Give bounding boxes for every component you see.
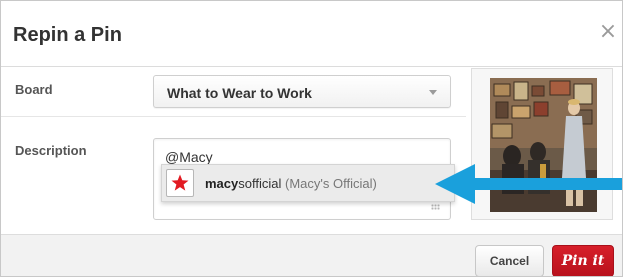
repin-dialog: Repin a Pin × Board What to Wear to Work… <box>0 0 623 277</box>
suggestion-label: macysofficial (Macy's Official) <box>205 176 377 191</box>
description-text: @Macy <box>165 149 213 165</box>
avatar <box>166 169 194 197</box>
suggestion-full-name: (Macy's Official) <box>285 176 377 191</box>
pin-it-button[interactable]: Pin it <box>552 245 614 276</box>
mention-suggestion-item[interactable]: macysofficial (Macy's Official) <box>161 164 455 202</box>
dialog-title: Repin a Pin <box>13 24 122 46</box>
suggestion-handle-rest: sofficial <box>238 176 282 191</box>
board-select[interactable]: What to Wear to Work <box>153 75 451 108</box>
dialog-footer: Cancel Pin it <box>1 234 622 276</box>
suggestion-handle-match: macy <box>205 176 239 191</box>
board-select-value: What to Wear to Work <box>167 85 312 101</box>
macys-star-logo-icon <box>171 174 189 191</box>
pin-thumbnail-frame <box>471 68 613 220</box>
dialog-header: Repin a Pin × <box>1 1 622 67</box>
chevron-down-icon <box>429 90 437 95</box>
cancel-button[interactable]: Cancel <box>475 245 544 276</box>
pin-image <box>490 78 597 212</box>
description-label: Description <box>15 143 87 158</box>
board-label: Board <box>15 82 53 97</box>
close-icon[interactable]: × <box>597 21 619 43</box>
resize-grip-icon[interactable] <box>431 204 440 210</box>
